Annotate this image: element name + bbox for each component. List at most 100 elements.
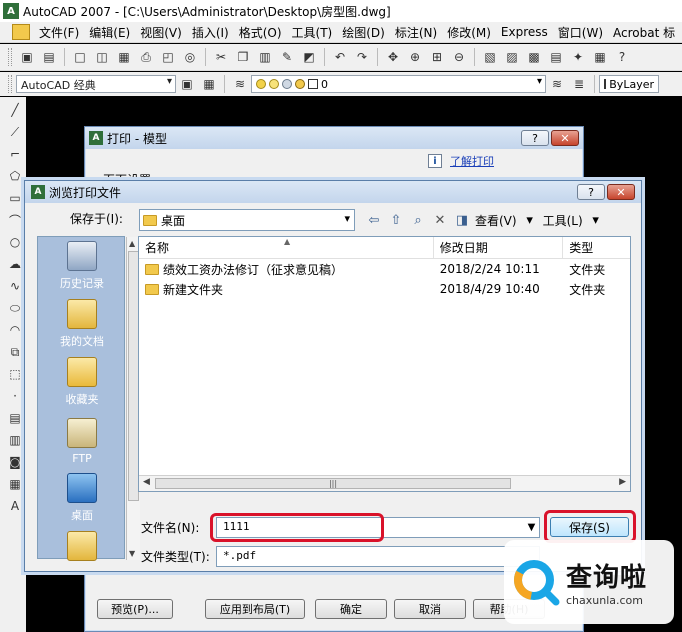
zoom-window-icon[interactable]: ⊞ <box>428 48 446 66</box>
paste-icon[interactable]: ▥ <box>256 48 274 66</box>
file-row[interactable]: 绩效工资办法修订（征求意见稿） 2018/2/24 10:11 文件夹 <box>139 259 630 279</box>
line-icon[interactable]: ╱ <box>6 101 24 119</box>
scroll-up-icon[interactable]: ▲ <box>129 239 135 248</box>
hatch-icon[interactable]: ▤ <box>6 409 24 427</box>
place-my-documents[interactable]: 我的文档 <box>38 295 126 353</box>
menu-window[interactable]: 窗口(W) <box>553 24 608 41</box>
publish-icon[interactable]: ◎ <box>181 48 199 66</box>
place-favorites[interactable]: 收藏夹 <box>38 353 126 411</box>
scroll-thumb[interactable]: ||| <box>155 478 511 489</box>
sheet-set-icon[interactable]: ▤ <box>547 48 565 66</box>
place-desktop[interactable]: 桌面 <box>38 469 126 527</box>
place-ftp[interactable]: FTP <box>38 411 126 469</box>
toolbar-grip[interactable] <box>8 75 12 93</box>
new-file-icon[interactable]: □ <box>71 48 89 66</box>
ellipse-icon[interactable]: ⬭ <box>6 299 24 317</box>
plot-icon[interactable]: ⎙ <box>137 48 155 66</box>
browse-dialog-help-button[interactable]: ? <box>577 184 605 200</box>
tools-menu[interactable]: 工具(L) <box>543 212 583 229</box>
arc-icon[interactable]: ⌒ <box>6 211 24 229</box>
chevron-down-icon[interactable]: ▾ <box>587 211 605 229</box>
delete-icon[interactable]: ✕ <box>431 211 449 229</box>
column-type[interactable]: 类型 <box>563 237 630 258</box>
make-block-icon[interactable]: ⬚ <box>6 365 24 383</box>
tool-palettes-icon[interactable]: ▩ <box>525 48 543 66</box>
learn-plot-text[interactable]: 了解打印 <box>450 153 494 169</box>
pdf-icon[interactable]: ▣ <box>18 48 36 66</box>
cut-icon[interactable]: ✂ <box>212 48 230 66</box>
toolbar-grip[interactable] <box>8 48 12 66</box>
scroll-left-icon[interactable]: ◀ <box>143 477 150 487</box>
region-icon[interactable]: ◙ <box>6 453 24 471</box>
search-icon[interactable]: ⌕ <box>409 211 427 229</box>
plot-dialog-close-button[interactable]: ✕ <box>551 130 579 146</box>
menu-dimension[interactable]: 标注(N) <box>390 24 442 41</box>
menu-tools[interactable]: 工具(T) <box>287 24 338 41</box>
rectangle-icon[interactable]: ▭ <box>6 189 24 207</box>
document-menu-icon[interactable] <box>12 24 30 40</box>
copy-icon[interactable]: ❐ <box>234 48 252 66</box>
learn-plot-link[interactable]: i 了解打印 <box>428 153 494 169</box>
ellipse-arc-icon[interactable]: ◠ <box>6 321 24 339</box>
table-icon[interactable]: ▦ <box>6 475 24 493</box>
place-history[interactable]: 历史记录 <box>38 237 126 295</box>
preview-button[interactable]: 预览(P)... <box>97 599 173 619</box>
redo-icon[interactable]: ↷ <box>353 48 371 66</box>
chevron-down-icon[interactable]: ▾ <box>521 211 539 229</box>
up-folder-icon[interactable]: ⇧ <box>387 211 405 229</box>
views-menu[interactable]: 查看(V) <box>475 212 517 229</box>
plot-preview-icon[interactable]: ◰ <box>159 48 177 66</box>
file-row[interactable]: 新建文件夹 2018/4/29 10:40 文件夹 <box>139 279 630 299</box>
menu-file[interactable]: 文件(F) <box>34 24 84 41</box>
gradient-icon[interactable]: ▥ <box>6 431 24 449</box>
design-center-icon[interactable]: ▨ <box>503 48 521 66</box>
open-file-icon[interactable]: ◫ <box>93 48 111 66</box>
workspace-save-icon[interactable]: ▦ <box>200 75 218 93</box>
menu-format[interactable]: 格式(O) <box>234 24 287 41</box>
block-editor-icon[interactable]: ◩ <box>300 48 318 66</box>
menu-edit[interactable]: 编辑(E) <box>84 24 135 41</box>
place-more[interactable] <box>38 527 126 585</box>
menu-modify[interactable]: 修改(M) <box>442 24 496 41</box>
spline-icon[interactable]: ∿ <box>6 277 24 295</box>
ok-button[interactable]: 确定 <box>315 599 387 619</box>
layer-manager-icon[interactable]: ≋ <box>231 75 249 93</box>
save-in-select[interactable]: 桌面 ▾ <box>139 209 355 231</box>
properties-icon[interactable]: ▧ <box>481 48 499 66</box>
save-icon[interactable]: ▦ <box>115 48 133 66</box>
workspace-settings-icon[interactable]: ▣ <box>178 75 196 93</box>
calculator-icon[interactable]: ▦ <box>591 48 609 66</box>
scroll-down-icon[interactable]: ▼ <box>129 549 135 558</box>
cancel-button[interactable]: 取消 <box>394 599 466 619</box>
circle-icon[interactable]: ○ <box>6 233 24 251</box>
plot-dialog-help-button[interactable]: ? <box>521 130 549 146</box>
color-select[interactable]: ByLayer <box>599 75 659 93</box>
point-icon[interactable]: · <box>6 387 24 405</box>
back-icon[interactable]: ⇦ <box>365 211 383 229</box>
construction-line-icon[interactable]: ⟋ <box>6 123 24 141</box>
multiline-text-icon[interactable]: A <box>6 497 24 515</box>
zoom-previous-icon[interactable]: ⊖ <box>450 48 468 66</box>
insert-block-icon[interactable]: ⧉ <box>6 343 24 361</box>
workspace-select[interactable]: AutoCAD 经典 <box>16 75 176 93</box>
make-layer-current-icon[interactable]: ≋ <box>548 75 566 93</box>
filetype-select[interactable]: *.pdf <box>216 546 540 567</box>
help-icon[interactable]: ? <box>613 48 631 66</box>
horizontal-scrollbar[interactable]: ◀ ||| ▶ <box>139 475 630 491</box>
markup-icon[interactable]: ✦ <box>569 48 587 66</box>
scroll-right-icon[interactable]: ▶ <box>619 477 626 487</box>
new-folder-icon[interactable]: ◨ <box>453 211 471 229</box>
undo-icon[interactable]: ↶ <box>331 48 349 66</box>
match-properties-icon[interactable]: ✎ <box>278 48 296 66</box>
column-name[interactable]: 名称 ▲ <box>139 237 434 258</box>
browse-dialog-close-button[interactable]: ✕ <box>607 184 635 200</box>
layer-previous-icon[interactable]: ≣ <box>570 75 588 93</box>
pdf-settings-icon[interactable]: ▤ <box>40 48 58 66</box>
pan-icon[interactable]: ✥ <box>384 48 402 66</box>
layer-select[interactable]: 0 <box>251 75 546 93</box>
zoom-realtime-icon[interactable]: ⊕ <box>406 48 424 66</box>
menu-acrobat[interactable]: Acrobat 标 <box>608 24 680 41</box>
revision-cloud-icon[interactable]: ☁ <box>6 255 24 273</box>
polyline-icon[interactable]: ⌐ <box>6 145 24 163</box>
polygon-icon[interactable]: ⬠ <box>6 167 24 185</box>
